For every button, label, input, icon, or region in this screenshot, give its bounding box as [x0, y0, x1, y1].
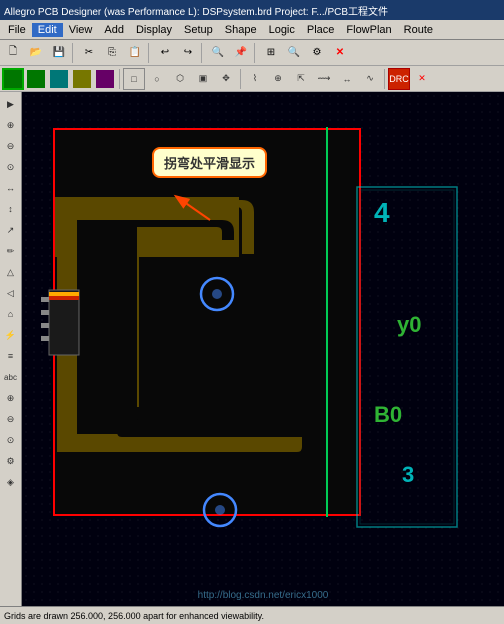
menu-logic[interactable]: Logic	[263, 23, 301, 37]
spread-btn[interactable]: ↔	[336, 68, 358, 90]
sidebar-btn-dot[interactable]: ⊙	[1, 430, 21, 450]
sidebar-btn-addcircle[interactable]: ⊕	[1, 388, 21, 408]
sidebar-btn-diagonal[interactable]: ↗	[1, 220, 21, 240]
outline-btn[interactable]: □	[123, 68, 145, 90]
zoomin-btn[interactable]: 🔍	[283, 42, 305, 64]
layer-btn5[interactable]	[94, 68, 116, 90]
zoom-btn[interactable]: 🔍	[207, 42, 229, 64]
undo-btn[interactable]: ↩	[154, 42, 176, 64]
cut-btn[interactable]: ✂	[78, 42, 100, 64]
left-sidebar: ▶ ⊕ ⊖ ⊙ ↔ ↕ ↗ ✏ △ ◁ ⌂ ⚡ ≡ abc ⊕ ⊖ ⊙ ⚙ ◈	[0, 92, 22, 606]
sidebar-btn-gear[interactable]: ⚙	[1, 451, 21, 471]
svg-text:4: 4	[374, 197, 390, 228]
menu-file[interactable]: File	[2, 23, 32, 37]
move-btn[interactable]: ✥	[215, 68, 237, 90]
status-text: Grids are drawn 256.000, 256.000 apart f…	[4, 611, 264, 621]
via-btn[interactable]: ⊕	[267, 68, 289, 90]
menu-place[interactable]: Place	[301, 23, 341, 37]
sep-div3	[384, 69, 385, 89]
layer-top-btn[interactable]	[2, 68, 24, 90]
status-bar: Grids are drawn 256.000, 256.000 apart f…	[0, 606, 504, 624]
close2-btn[interactable]: ✕	[411, 68, 433, 90]
menu-setup[interactable]: Setup	[178, 23, 219, 37]
sidebar-btn-home[interactable]: ⌂	[1, 304, 21, 324]
menu-edit[interactable]: Edit	[32, 23, 63, 37]
sidebar-btn-vresize[interactable]: ↕	[1, 199, 21, 219]
menu-view[interactable]: View	[63, 23, 99, 37]
menu-flowplan[interactable]: FlowPlan	[340, 23, 397, 37]
new-btn[interactable]: 🗋	[2, 42, 24, 64]
toolbar-main: 🗋 📂 💾 ✂ ⎘ 📋 ↩ ↪ 🔍 📌 ⊞ 🔍 ⚙ ✕	[0, 40, 504, 66]
title-bar: Allegro PCB Designer (was Performance L)…	[0, 0, 504, 20]
settings-btn[interactable]: ⚙	[306, 42, 328, 64]
tune-btn[interactable]: ∿	[359, 68, 381, 90]
sidebar-btn-list[interactable]: ≡	[1, 346, 21, 366]
main-layout: ▶ ⊕ ⊖ ⊙ ↔ ↕ ↗ ✏ △ ◁ ⌂ ⚡ ≡ abc ⊕ ⊖ ⊙ ⚙ ◈	[0, 92, 504, 606]
menu-shape[interactable]: Shape	[219, 23, 263, 37]
sidebar-btn-back[interactable]: ◁	[1, 283, 21, 303]
layer-btn2[interactable]	[25, 68, 47, 90]
sep1	[72, 43, 76, 63]
sep2	[148, 43, 152, 63]
sidebar-btn-diamond[interactable]: ◈	[1, 472, 21, 492]
sep-div2	[240, 69, 241, 89]
pin-btn[interactable]: 📌	[230, 42, 252, 64]
drc-btn[interactable]: DRC	[388, 68, 410, 90]
route-btn[interactable]: ⌇	[244, 68, 266, 90]
title-text: Allegro PCB Designer (was Performance L)…	[4, 3, 388, 18]
canvas-area[interactable]: 4 y0 B0 3 拐弯处平滑显示 http://	[22, 92, 504, 606]
open-btn[interactable]: 📂	[25, 42, 47, 64]
callout-bubble: 拐弯处平滑显示	[152, 147, 267, 178]
interactive-btn[interactable]: ⟿	[313, 68, 335, 90]
fanout-btn[interactable]: ⇱	[290, 68, 312, 90]
copy-btn[interactable]: ⎘	[101, 42, 123, 64]
sep3	[201, 43, 205, 63]
close-x-btn[interactable]: ✕	[329, 42, 351, 64]
paste-btn[interactable]: 📋	[124, 42, 146, 64]
sidebar-btn-power[interactable]: ⚡	[1, 325, 21, 345]
sidebar-btn-edit[interactable]: ✏	[1, 241, 21, 261]
sidebar-btn-text[interactable]: abc	[1, 367, 21, 387]
pcb-canvas: 4 y0 B0 3 拐弯处平滑显示 http://	[22, 92, 504, 606]
menu-bar: File Edit View Add Display Setup Shape L…	[0, 20, 504, 40]
sep4	[254, 43, 258, 63]
redo-btn[interactable]: ↪	[177, 42, 199, 64]
sidebar-btn-subcircle[interactable]: ⊖	[1, 409, 21, 429]
sidebar-btn-triangle[interactable]: △	[1, 262, 21, 282]
layer-btn4[interactable]	[71, 68, 93, 90]
sidebar-btn-add[interactable]: ⊕	[1, 115, 21, 135]
svg-text:3: 3	[402, 462, 414, 487]
sidebar-btn-circle[interactable]: ⊙	[1, 157, 21, 177]
save-btn[interactable]: 💾	[48, 42, 70, 64]
menu-display[interactable]: Display	[130, 23, 178, 37]
sidebar-btn-remove[interactable]: ⊖	[1, 136, 21, 156]
toolbar-secondary: □ ○ ⬡ ▣ ✥ ⌇ ⊕ ⇱ ⟿ ↔ ∿ DRC ✕	[0, 66, 504, 92]
circle-btn[interactable]: ○	[146, 68, 168, 90]
menu-add[interactable]: Add	[98, 23, 130, 37]
svg-text:B0: B0	[374, 402, 402, 427]
poly-btn[interactable]: ⬡	[169, 68, 191, 90]
sep-div	[119, 69, 120, 89]
layer-btn3[interactable]	[48, 68, 70, 90]
sidebar-btn-hresize[interactable]: ↔	[1, 178, 21, 198]
svg-text:y0: y0	[397, 312, 421, 337]
url-watermark: http://blog.csdn.net/ericx1000	[198, 590, 329, 601]
menu-route[interactable]: Route	[398, 23, 439, 37]
sidebar-btn-select[interactable]: ▶	[1, 94, 21, 114]
select-btn[interactable]: ▣	[192, 68, 214, 90]
callout-text: 拐弯处平滑显示	[164, 156, 255, 171]
grid-btn[interactable]: ⊞	[260, 42, 282, 64]
